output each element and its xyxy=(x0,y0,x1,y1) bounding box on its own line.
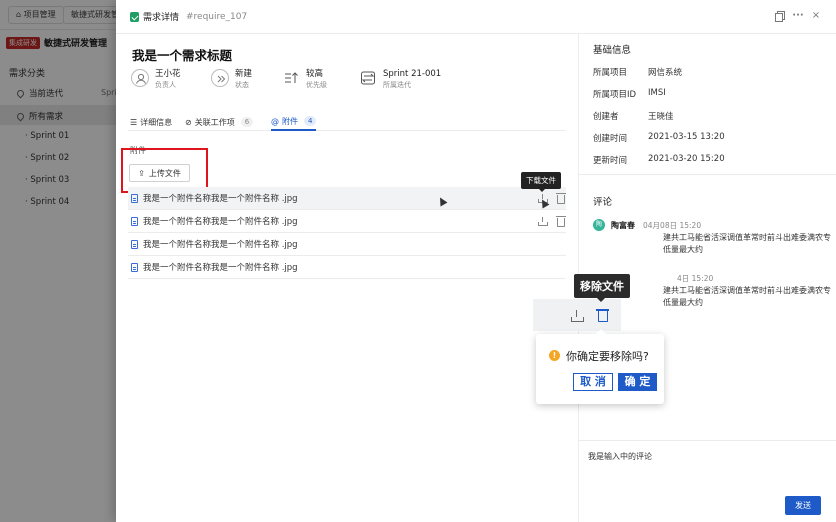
info-row: 所属项目 网信系统 xyxy=(593,68,683,78)
comment-text: 建共工马能省活深调值革常时前斗出难委满农专低量最大约 xyxy=(663,233,831,254)
comment-time: 04月08日 15:20 xyxy=(643,221,702,230)
file-icon xyxy=(131,239,138,249)
tab-details[interactable]: ☰ 详细信息 xyxy=(130,113,172,131)
meta-priority[interactable]: 较高 优先级 xyxy=(282,68,327,90)
divider xyxy=(579,174,836,175)
comment-time: 4日 15:20 xyxy=(677,274,714,283)
comment-text: 建共工马能省活深调值革常时前斗出难委满农专低量最大约 xyxy=(663,286,831,307)
list-icon: ☰ xyxy=(130,117,138,127)
comment-item: 4日 15:20 建共工马能省活深调值革常时前斗出难委满农专低量最大约 xyxy=(593,272,833,312)
send-button[interactable]: 发送 xyxy=(785,496,821,515)
meta-status[interactable]: 新建 状态 xyxy=(211,68,252,90)
drawer-header: 需求详情 #require_107 ··· × xyxy=(116,0,836,34)
requirement-drawer: 需求详情 #require_107 ··· × 我是一个需求标题 王小花 负责人 … xyxy=(116,0,836,522)
drawer-title: 需求详情 #require_107 xyxy=(130,10,247,23)
link-icon: ⊘ xyxy=(185,117,192,127)
attachment-row[interactable]: 我是一个附件名称我是一个附件名称 .jpg xyxy=(128,187,566,210)
basic-info-title: 基础信息 xyxy=(593,45,632,56)
attachment-icon: @ xyxy=(271,116,279,126)
file-icon xyxy=(131,262,138,272)
avatar: 陶 xyxy=(593,219,605,231)
attachment-row[interactable]: 我是一个附件名称我是一个附件名称 .jpg xyxy=(128,210,566,233)
more-icon[interactable]: ··· xyxy=(792,10,804,22)
requirement-icon xyxy=(130,11,139,22)
download-tooltip: 下载文件 xyxy=(521,172,561,192)
requirement-id: #require_107 xyxy=(186,11,248,22)
attachment-row[interactable]: 我是一个附件名称我是一个附件名称 .jpg xyxy=(128,256,566,279)
delete-icon[interactable] xyxy=(556,216,566,227)
attachment-row[interactable]: 我是一个附件名称我是一个附件名称 .jpg xyxy=(128,233,566,256)
delete-icon[interactable] xyxy=(556,193,566,204)
comment-input-text: 我是输入中的评论 xyxy=(588,452,652,461)
status-icon xyxy=(211,69,229,87)
info-row: 更新时间 2021-03-20 15:20 xyxy=(593,154,725,166)
requirement-title: 我是一个需求标题 xyxy=(132,48,233,63)
info-row: 所属项目ID IMSI xyxy=(593,88,666,100)
priority-icon xyxy=(282,69,300,87)
detail-tabs: ☰ 详细信息 ⊘ 关联工作项 6 @ 附件 4 xyxy=(128,113,566,131)
user-icon xyxy=(131,69,149,87)
info-pane: 基础信息 所属项目 网信系统 所属项目ID IMSI 创建者 王晓佳 创建时间 2021… xyxy=(579,34,836,522)
copy-icon[interactable] xyxy=(774,10,786,22)
comment-author: 陶富春 xyxy=(611,221,635,230)
tab-attachments[interactable]: @ 附件 4 xyxy=(271,113,317,131)
info-row: 创建时间 2021-03-15 13:20 xyxy=(593,132,725,144)
comment-item: 陶 陶富春 04月08日 15:20 建共工马能省活深调值革常时前斗出难委满农专… xyxy=(593,219,833,259)
meta-iteration[interactable]: Sprint 21-001 所属迭代 xyxy=(359,68,441,90)
warning-icon: ! xyxy=(549,350,560,361)
iteration-icon xyxy=(359,69,377,87)
download-icon[interactable] xyxy=(538,217,548,226)
file-icon xyxy=(131,193,138,203)
comment-input[interactable]: 我是输入中的评论 发送 xyxy=(579,440,836,522)
tab-related-items[interactable]: ⊘ 关联工作项 6 xyxy=(185,113,254,131)
file-icon xyxy=(131,216,138,226)
close-icon[interactable]: × xyxy=(810,10,822,22)
info-row: 创建者 王晓佳 xyxy=(593,112,674,122)
detail-pane: 我是一个需求标题 王小花 负责人 新建 状态 较高 优先级 Sprint 21-001… xyxy=(116,34,664,522)
meta-owner[interactable]: 王小花 负责人 xyxy=(131,68,181,90)
comments-title: 评论 xyxy=(593,197,613,208)
